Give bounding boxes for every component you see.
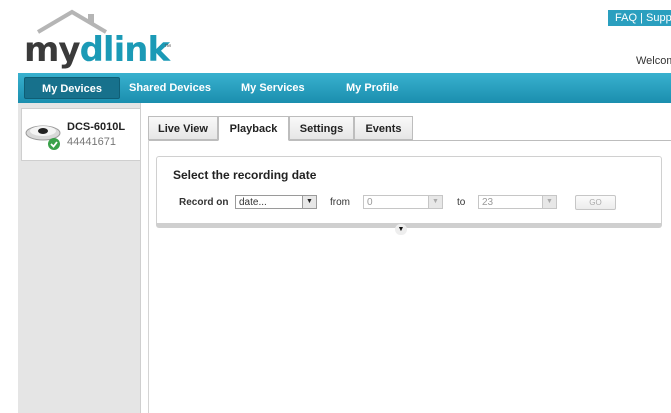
nav-my-profile[interactable]: My Profile [346, 77, 399, 99]
faq-link[interactable]: FAQ [615, 12, 637, 24]
go-button[interactable]: GO [575, 195, 616, 210]
date-value: date... [239, 197, 267, 208]
tab-settings[interactable]: Settings [289, 116, 354, 140]
to-hour-select[interactable]: 23 ▼ [478, 195, 557, 209]
camera-icon [25, 125, 61, 150]
device-id: 44441671 [67, 136, 116, 148]
main-nav: My Devices Shared Devices My Services My… [18, 73, 671, 103]
mydlink-logo[interactable]: mydlink ™ [22, 8, 171, 70]
panel-title: Select the recording date [173, 168, 317, 182]
playback-pane: Select the recording date Record on date… [148, 140, 671, 413]
to-value: 23 [482, 197, 494, 208]
chevron-down-icon: ▼ [542, 196, 556, 208]
tab-live-view[interactable]: Live View [148, 116, 218, 140]
device-tabs: Live View Playback Settings Events [148, 116, 671, 141]
from-value: 0 [367, 197, 373, 208]
from-hour-select[interactable]: 0 ▼ [363, 195, 443, 209]
nav-my-devices[interactable]: My Devices [24, 77, 120, 99]
tab-events[interactable]: Events [354, 116, 413, 140]
device-item[interactable]: DCS-6010L 44441671 [21, 108, 140, 161]
tab-playback[interactable]: Playback [218, 116, 289, 141]
panel-collapse-bar [156, 223, 662, 228]
nav-my-services[interactable]: My Services [241, 77, 305, 99]
chevron-down-icon: ▼ [428, 196, 442, 208]
date-select[interactable]: date... ▼ [235, 195, 317, 209]
welcome-text: Welcom [636, 55, 671, 67]
nav-shared-devices[interactable]: Shared Devices [129, 77, 211, 99]
expand-toggle-icon[interactable]: ▼ [395, 224, 407, 235]
from-label: from [330, 197, 350, 208]
recording-date-panel: Select the recording date Record on date… [156, 156, 662, 226]
support-link[interactable]: Supp [646, 12, 671, 24]
trademark: ™ [164, 44, 171, 51]
device-sidebar: DCS-6010L 44441671 [18, 103, 141, 413]
status-ok-icon [48, 138, 60, 150]
logo-text: mydlink [24, 30, 170, 70]
record-on-label: Record on [179, 197, 229, 208]
to-label: to [457, 197, 466, 208]
help-bar: FAQ | Supp [608, 10, 671, 26]
device-content: Live View Playback Settings Events Selec… [148, 116, 671, 413]
help-separator: | [637, 12, 646, 24]
device-name: DCS-6010L [67, 121, 126, 133]
chevron-down-icon: ▼ [302, 196, 316, 208]
